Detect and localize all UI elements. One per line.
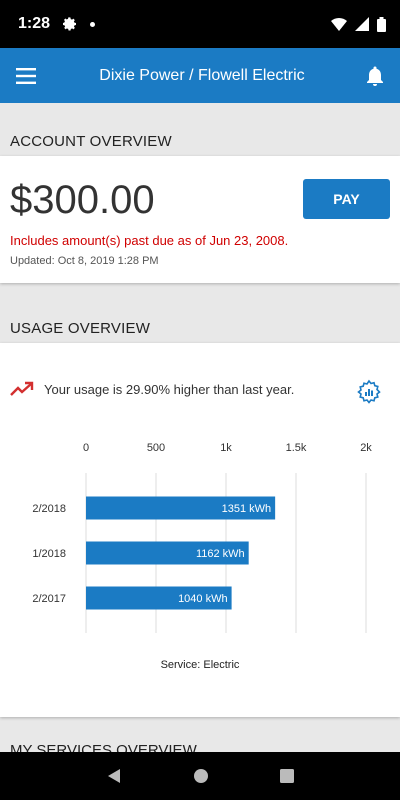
cell-signal-icon (355, 17, 369, 31)
trending-up-icon (10, 381, 34, 396)
category-label: 1/2018 (32, 548, 66, 560)
x-tick-label: 0 (83, 442, 89, 454)
status-time: 1:28 (18, 15, 51, 32)
usage-overview-card: Your usage is 29.90% higher than last ye… (0, 343, 400, 717)
home-icon[interactable] (193, 768, 209, 784)
updated-timestamp: Updated: Oct 8, 2019 1:28 PM (10, 255, 159, 267)
menu-icon[interactable] (16, 67, 38, 84)
pay-button[interactable]: PAY (303, 179, 390, 219)
usage-bar-chart: 0 500 1k 1.5k 2k 2/2018 1351 kWh 1/2018 1162 kWh… (32, 442, 372, 633)
app-bar: Dixie Power / Flowell Electric (0, 48, 400, 103)
navigation-bar (0, 752, 400, 800)
settings-gear-icon (63, 17, 77, 31)
usage-settings-icon[interactable] (356, 379, 382, 405)
usage-overview-title: USAGE OVERVIEW (10, 320, 151, 337)
account-overview-card: $300.00 PAY Includes amount(s) past due … (0, 156, 400, 283)
account-overview-title: ACCOUNT OVERVIEW (10, 133, 172, 150)
bar-value-label: 1162 kWh (196, 548, 245, 560)
notifications-bell-icon[interactable] (366, 66, 384, 86)
past-due-notice: Includes amount(s) past due as of Jun 23… (10, 233, 289, 248)
x-tick-label: 1.5k (286, 442, 307, 454)
category-label: 2/2017 (32, 593, 66, 605)
back-icon[interactable] (106, 768, 122, 784)
notification-dot-icon (90, 21, 96, 27)
usage-comparison-text: Your usage is 29.90% higher than last ye… (44, 381, 295, 397)
category-label: 2/2018 (32, 503, 66, 515)
balance-amount: $300.00 (10, 178, 155, 222)
app-title: Dixie Power / Flowell Electric (99, 66, 305, 84)
x-tick-label: 500 (147, 442, 165, 454)
recents-icon[interactable] (280, 769, 295, 783)
x-tick-label: 2k (360, 442, 372, 454)
wifi-icon (331, 17, 347, 31)
bar-value-label: 1040 kWh (178, 593, 228, 605)
status-bar: 1:28 (0, 0, 400, 48)
usage-summary: Your usage is 29.90% higher than last ye… (10, 381, 390, 397)
x-tick-label: 1k (220, 442, 232, 454)
bar-value-label: 1351 kWh (222, 503, 272, 515)
service-label: Service: Electric (160, 659, 240, 671)
battery-icon (377, 16, 386, 32)
